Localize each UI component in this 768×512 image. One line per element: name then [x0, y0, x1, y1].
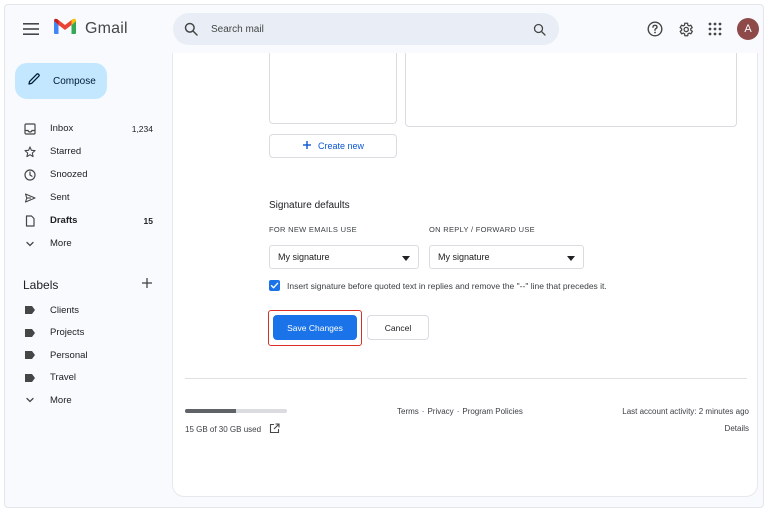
clock-icon	[23, 168, 37, 182]
top-right-icons: A	[643, 17, 759, 41]
insert-signature-checkbox[interactable]	[269, 280, 280, 291]
footer-links: Terms · Privacy · Program Policies	[397, 407, 523, 416]
inbox-icon	[23, 122, 37, 136]
create-new-label: Create new	[317, 141, 365, 151]
sidebar-nav: Inbox 1,234 Starred Snoozed Sent Drafts …	[5, 117, 165, 255]
save-changes-button[interactable]: Save Changes	[273, 315, 357, 340]
activity-details-link[interactable]: Details	[725, 424, 749, 433]
signature-list[interactable]	[269, 53, 397, 124]
pencil-icon	[27, 72, 41, 91]
label-icon	[23, 326, 37, 340]
compose-label: Compose	[53, 75, 96, 87]
search-options-icon[interactable]	[525, 15, 553, 43]
checkmark-icon	[270, 282, 279, 289]
account-avatar[interactable]: A	[737, 18, 759, 40]
label-item-travel[interactable]: Travel	[5, 367, 165, 390]
label-name: Personal	[50, 349, 88, 361]
star-icon	[23, 145, 37, 159]
program-policies-link[interactable]: Program Policies	[462, 407, 522, 416]
label-item-projects[interactable]: Projects	[5, 322, 165, 345]
draft-icon	[23, 214, 37, 228]
sidebar-item-label: Sent	[50, 192, 70, 203]
sidebar-item-label: Drafts	[50, 215, 78, 226]
sidebar-item-label: Snoozed	[50, 169, 88, 180]
label-item-personal[interactable]: Personal	[5, 344, 165, 367]
help-icon[interactable]	[643, 17, 667, 41]
settings-panel: Create new Signature defaults FOR NEW EM…	[172, 53, 758, 497]
sidebar-item-label: Starred	[50, 146, 82, 157]
dropdown-arrow-icon	[567, 248, 575, 266]
labels-header: Labels	[23, 275, 153, 295]
top-bar: Gmail A	[5, 5, 763, 53]
gmail-window: Gmail A	[4, 4, 764, 508]
draft-count: 15	[143, 215, 153, 226]
separator: ·	[456, 407, 460, 416]
footer-divider	[185, 378, 747, 379]
compose-button[interactable]: Compose	[15, 63, 107, 99]
apps-grid-icon[interactable]	[703, 17, 727, 41]
main-menu-icon[interactable]	[19, 17, 43, 41]
unread-count: 1,234	[131, 123, 153, 134]
labels-list: Clients Projects Personal Travel More	[5, 299, 165, 412]
sidebar-item-drafts[interactable]: Drafts 15	[5, 209, 165, 232]
gmail-logo[interactable]: Gmail	[53, 17, 128, 40]
terms-link[interactable]: Terms	[397, 407, 419, 416]
storage-usage-fill	[185, 409, 236, 413]
label-icon	[23, 348, 37, 362]
chevron-down-icon	[23, 393, 37, 407]
sidebar-item-inbox[interactable]: Inbox 1,234	[5, 117, 165, 140]
label-item-clients[interactable]: Clients	[5, 299, 165, 322]
search-bar[interactable]	[173, 13, 559, 45]
storage-info: 15 GB of 30 GB used	[185, 423, 280, 436]
gmail-m-icon	[53, 17, 77, 40]
sidebar-item-label: More	[50, 238, 72, 249]
open-external-icon[interactable]	[269, 423, 280, 436]
new-emails-signature-select[interactable]: My signature	[269, 245, 419, 269]
settings-gear-icon[interactable]	[673, 17, 697, 41]
label-name: More	[50, 394, 72, 406]
send-icon	[23, 191, 37, 205]
sidebar-item-sent[interactable]: Sent	[5, 186, 165, 209]
select-value: My signature	[278, 252, 330, 262]
app-name: Gmail	[85, 19, 128, 37]
label-name: Travel	[50, 372, 77, 384]
search-input[interactable]	[207, 23, 525, 35]
dropdown-arrow-icon	[402, 248, 410, 266]
sidebar-item-more[interactable]: More	[5, 232, 165, 255]
privacy-link[interactable]: Privacy	[427, 407, 453, 416]
signature-defaults-heading: Signature defaults	[269, 200, 350, 211]
label-icon	[23, 371, 37, 385]
storage-usage-bar	[185, 409, 287, 413]
plus-icon	[302, 137, 312, 155]
insert-signature-text: Insert signature before quoted text in r…	[287, 280, 607, 291]
storage-used-text: 15 GB of 30 GB used	[185, 425, 262, 434]
select-value: My signature	[438, 252, 490, 262]
reply-forward-label: ON REPLY / FORWARD USE	[429, 225, 535, 234]
add-label-icon[interactable]	[141, 276, 153, 294]
label-name: Projects	[50, 327, 85, 339]
insert-signature-option: Insert signature before quoted text in r…	[269, 280, 607, 291]
label-item-more[interactable]: More	[5, 389, 165, 412]
new-emails-label: FOR NEW EMAILS USE	[269, 225, 357, 234]
search-icon[interactable]	[175, 13, 207, 45]
sidebar-item-label: Inbox	[50, 123, 74, 134]
label-name: Clients	[50, 304, 80, 316]
create-new-signature-button[interactable]: Create new	[269, 134, 397, 158]
last-account-activity: Last account activity: 2 minutes ago	[622, 407, 749, 416]
signature-editor[interactable]	[405, 53, 737, 127]
separator: ·	[421, 407, 425, 416]
chevron-down-icon	[23, 237, 37, 251]
cancel-button[interactable]: Cancel	[367, 315, 429, 340]
sidebar-item-snoozed[interactable]: Snoozed	[5, 163, 165, 186]
labels-title: Labels	[23, 278, 59, 292]
sidebar-item-starred[interactable]: Starred	[5, 140, 165, 163]
reply-forward-signature-select[interactable]: My signature	[429, 245, 584, 269]
label-icon	[23, 303, 37, 317]
